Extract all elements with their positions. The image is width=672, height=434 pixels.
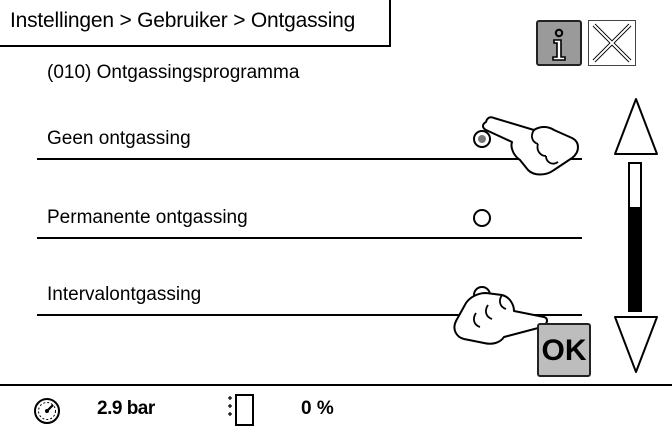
- close-x-icon: [592, 23, 632, 63]
- option-label: Intervalontgassing: [47, 284, 202, 305]
- triangle-down-icon[interactable]: [612, 313, 660, 375]
- info-button[interactable]: [536, 20, 582, 66]
- title-divider-end: [389, 0, 391, 47]
- scrollbar-thumb[interactable]: [630, 207, 640, 310]
- scrollbar-track[interactable]: [628, 162, 642, 312]
- breadcrumb: Instellingen > Gebruiker > Ontgassing: [10, 9, 356, 32]
- ok-button[interactable]: OK: [537, 323, 591, 377]
- tank-level-value: 0 %: [301, 398, 334, 419]
- triangle-up-icon[interactable]: [612, 96, 660, 158]
- status-bar: 2.9 bar 0 %: [0, 384, 672, 434]
- display-screen: Instellingen > Gebruiker > Ontgassing (0…: [0, 0, 672, 434]
- option-label: Permanente ontgassing: [47, 207, 248, 228]
- radio-unselected[interactable]: [473, 209, 491, 227]
- option-label: Geen ontgassing: [47, 128, 191, 149]
- close-button[interactable]: [588, 20, 636, 66]
- status-divider: [0, 384, 672, 386]
- pointing-hand-icon: [482, 116, 579, 176]
- pressure-gauge-icon: [34, 398, 60, 424]
- pressure-value: 2.9 bar: [97, 398, 155, 419]
- option-divider: [37, 237, 582, 239]
- parameter-title: (010) Ontgassingsprogramma: [47, 62, 300, 83]
- option-permanente-ontgassing[interactable]: Permanente ontgassing: [37, 199, 582, 239]
- title-divider: [0, 45, 390, 47]
- info-icon: [552, 28, 566, 61]
- tank-level-icon: [228, 394, 254, 426]
